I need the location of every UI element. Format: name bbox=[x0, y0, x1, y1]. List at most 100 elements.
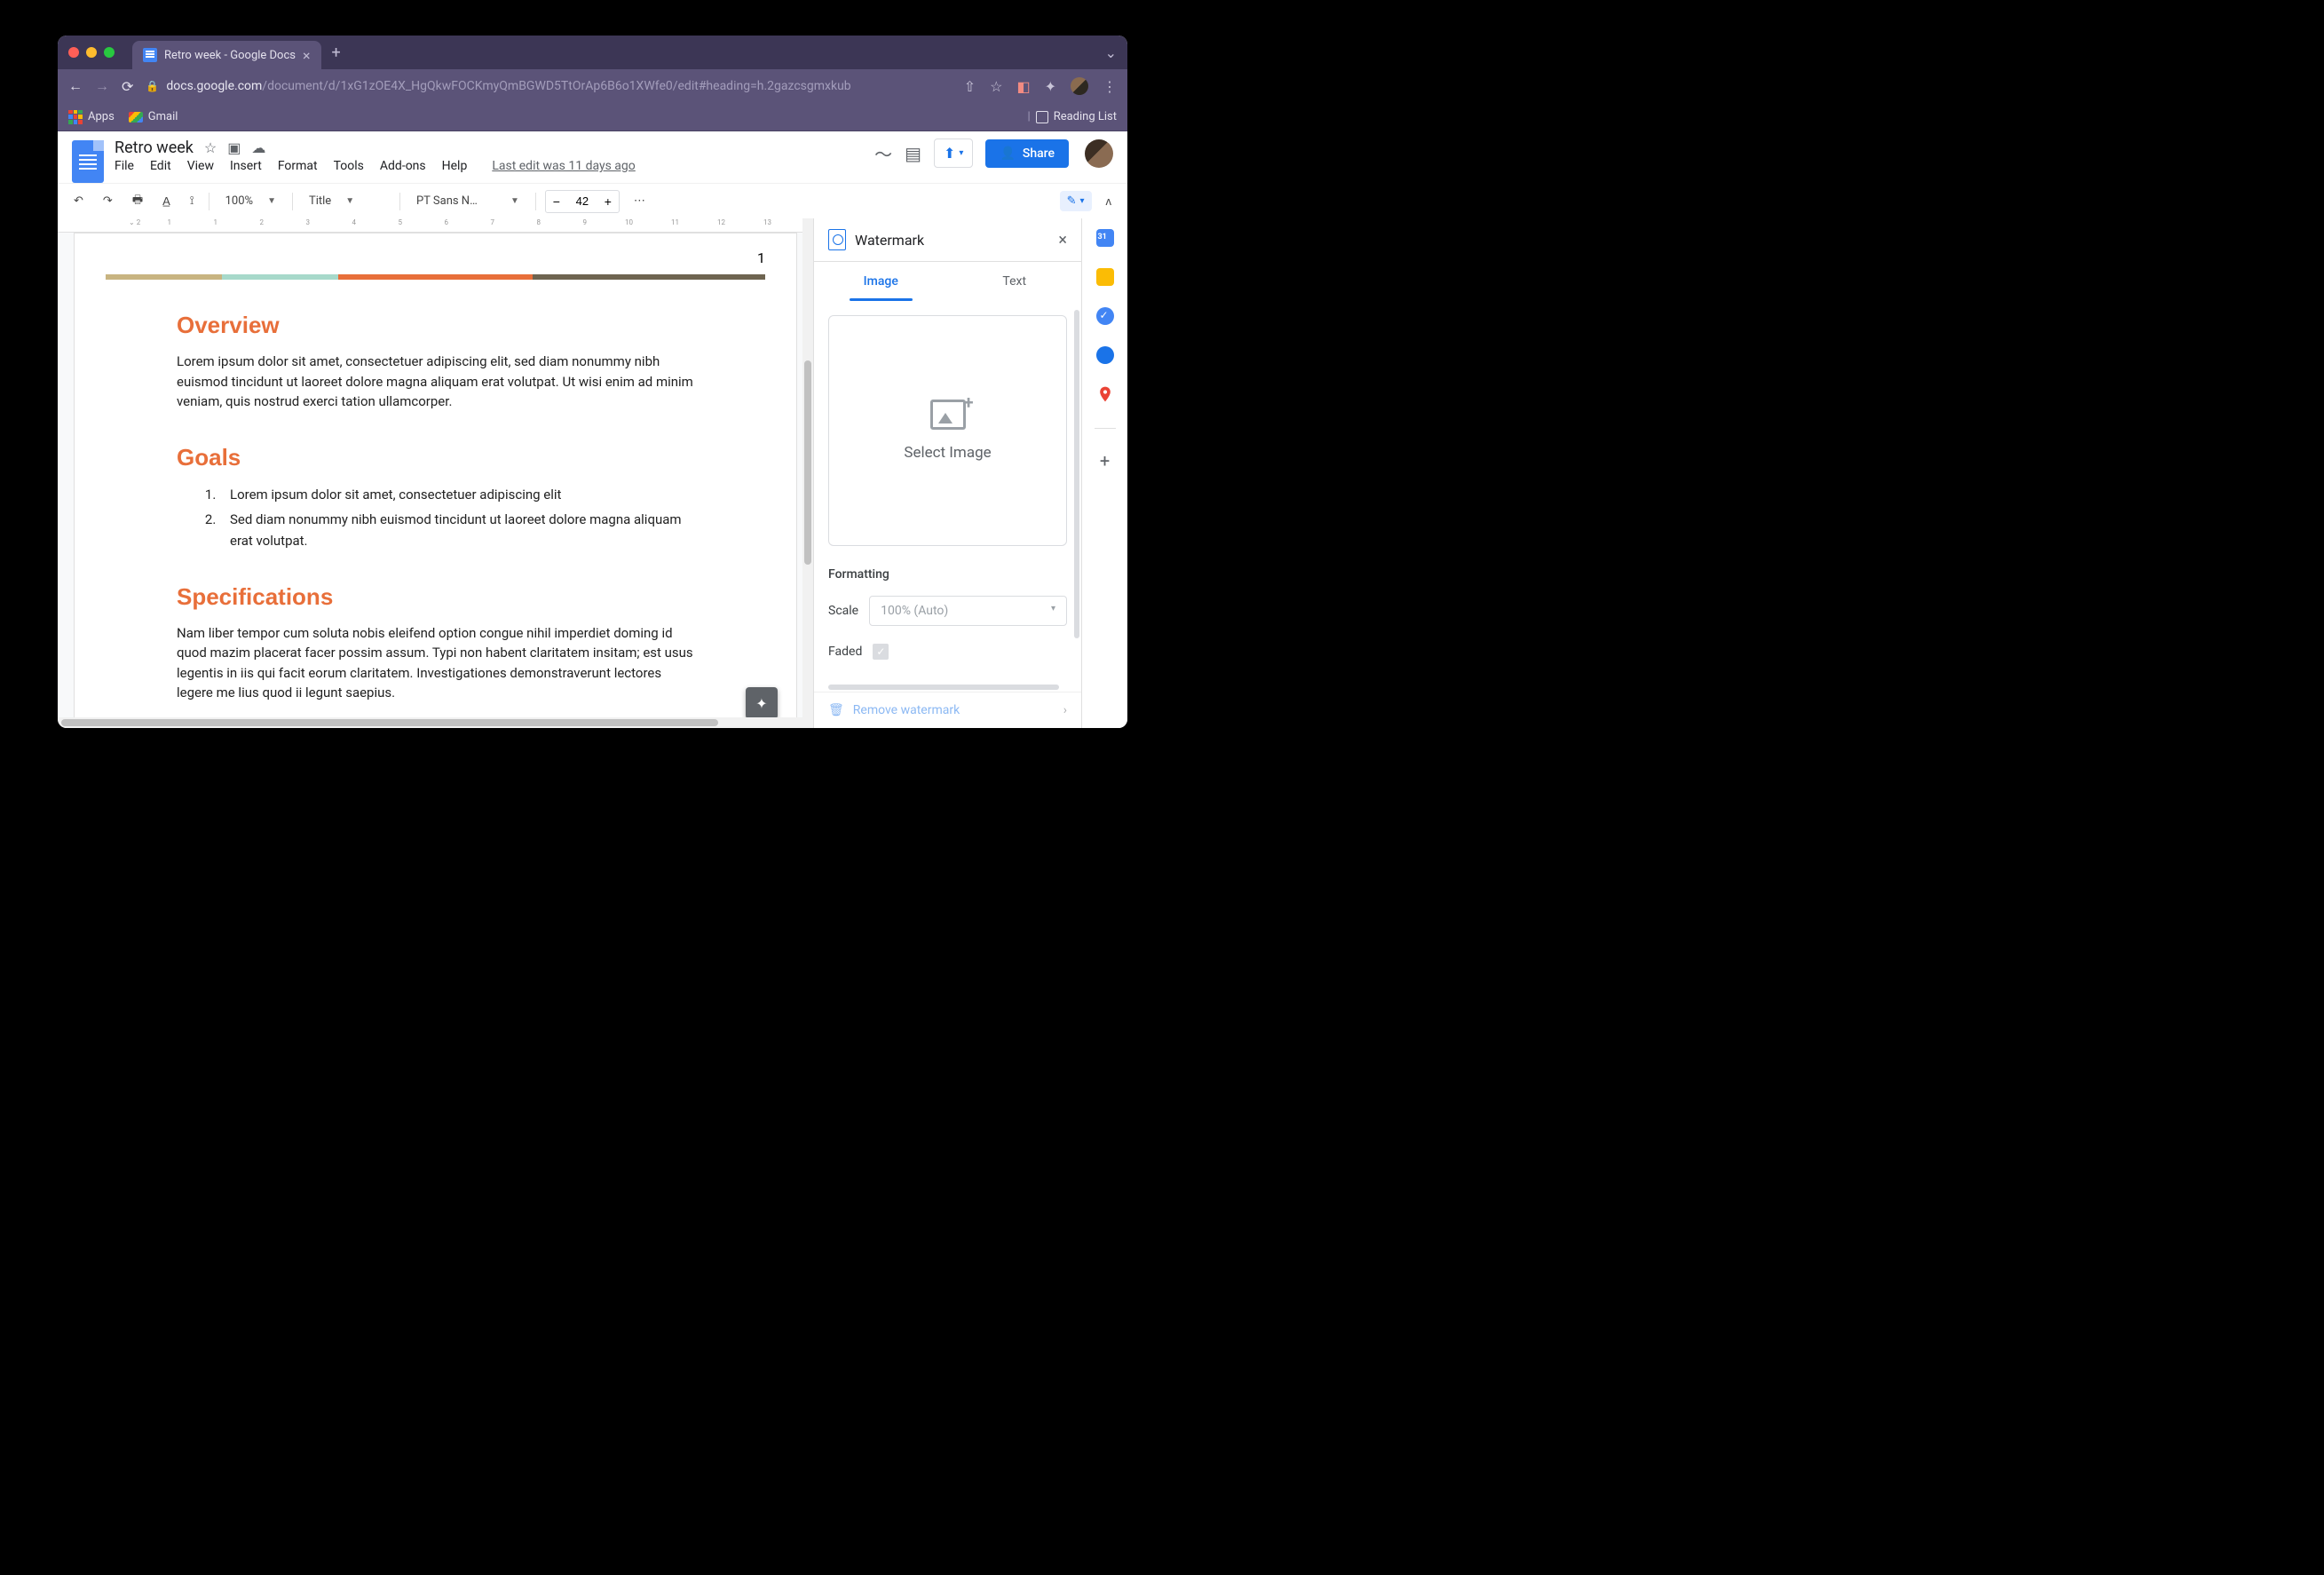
last-edit-link[interactable]: Last edit was 11 days ago bbox=[492, 159, 635, 173]
tab-image[interactable]: Image bbox=[814, 262, 948, 301]
menu-insert[interactable]: Insert bbox=[230, 159, 262, 173]
browser-menu-button[interactable]: ⋮ bbox=[1103, 78, 1117, 95]
vertical-scrollbar[interactable] bbox=[802, 218, 813, 728]
close-tab-button[interactable]: × bbox=[303, 47, 311, 64]
extensions-icon[interactable]: ✦ bbox=[1045, 78, 1056, 95]
edit-mode-button[interactable]: ✎ ▾ bbox=[1060, 191, 1092, 211]
explore-button[interactable]: ✦ bbox=[746, 687, 778, 719]
panel-tabs: Image Text bbox=[814, 262, 1081, 301]
activity-icon[interactable]: 〜 bbox=[874, 140, 892, 166]
redo-button[interactable]: ↷ bbox=[98, 191, 118, 211]
watermark-icon bbox=[828, 229, 846, 250]
trash-icon: 🗑 bbox=[828, 703, 844, 717]
goal-item[interactable]: Lorem ipsum dolor sit amet, consectetuer… bbox=[219, 484, 694, 505]
maximize-window-button[interactable] bbox=[104, 47, 115, 58]
menu-tools[interactable]: Tools bbox=[334, 159, 364, 173]
back-button[interactable]: ← bbox=[68, 77, 83, 95]
panel-scrollbar[interactable] bbox=[1072, 301, 1081, 683]
ruler[interactable]: ⌄ 21 1 2 3 4 5 6 7 8 9 10 11 12 13 14 15 bbox=[58, 218, 813, 233]
reading-list-icon bbox=[1036, 111, 1048, 123]
paint-format-button[interactable]: ⟟ bbox=[185, 191, 200, 211]
select-image-label: Select Image bbox=[904, 444, 991, 462]
panel-header: Watermark × bbox=[814, 218, 1081, 262]
print-button[interactable]: 🖶 bbox=[127, 188, 148, 215]
address-bar[interactable]: 🔒 docs.google.com/document/d/1xG1zOE4X_H… bbox=[146, 79, 951, 93]
font-value: PT Sans N… bbox=[416, 194, 496, 208]
gmail-bookmark[interactable]: Gmail bbox=[129, 110, 178, 123]
goal-item[interactable]: Sed diam nonummy nibh euismod tincidunt … bbox=[219, 509, 694, 551]
faded-label: Faded bbox=[828, 645, 862, 659]
add-addon-button[interactable]: + bbox=[1100, 450, 1110, 471]
comments-icon[interactable]: ▤ bbox=[905, 143, 921, 164]
new-tab-button[interactable]: + bbox=[332, 44, 341, 62]
close-window-button[interactable] bbox=[68, 47, 79, 58]
maps-icon[interactable] bbox=[1096, 385, 1114, 407]
remove-watermark-button[interactable]: Remove watermark bbox=[853, 703, 960, 717]
docs-toolbar: ↶ ↷ 🖶 A̲ ⟟ 100% ▼ Title ▼ PT Sans N… ▼ −… bbox=[58, 183, 1127, 218]
browser-url-bar: ← → ⟳ 🔒 docs.google.com/document/d/1xG1z… bbox=[58, 69, 1127, 103]
menu-edit[interactable]: Edit bbox=[150, 159, 171, 173]
panel-horizontal-scrollbar[interactable] bbox=[814, 683, 1081, 692]
watermark-panel: Watermark × Image Text Select Image Form… bbox=[813, 218, 1081, 728]
share-icon[interactable]: ⇧ bbox=[964, 78, 976, 95]
share-button[interactable]: 👤 Share bbox=[985, 139, 1069, 168]
faded-checkbox[interactable]: ✓ bbox=[873, 644, 889, 660]
extension-icon[interactable]: ◧ bbox=[1016, 78, 1030, 95]
menu-format[interactable]: Format bbox=[278, 159, 318, 173]
scale-select[interactable]: 100% (Auto) ▾ bbox=[869, 596, 1067, 626]
spellcheck-button[interactable]: A̲ bbox=[157, 191, 176, 212]
select-image-dropzone[interactable]: Select Image bbox=[828, 315, 1067, 546]
more-toolbar-button[interactable]: ⋯ bbox=[628, 191, 651, 211]
style-value: Title bbox=[309, 194, 331, 208]
chevron-down-icon: ▾ bbox=[1051, 604, 1055, 618]
menu-file[interactable]: File bbox=[115, 159, 134, 173]
share-person-icon: 👤 bbox=[1000, 146, 1015, 161]
move-icon[interactable]: ▣ bbox=[227, 139, 241, 156]
minimize-window-button[interactable] bbox=[86, 47, 97, 58]
undo-button[interactable]: ↶ bbox=[68, 191, 89, 211]
goals-list[interactable]: Lorem ipsum dolor sit amet, consectetuer… bbox=[177, 484, 694, 551]
apps-bookmark[interactable]: Apps bbox=[68, 110, 115, 124]
menu-addons[interactable]: Add-ons bbox=[380, 159, 426, 173]
cloud-status-icon[interactable]: ☁ bbox=[251, 139, 265, 156]
heading-overview[interactable]: Overview bbox=[177, 312, 694, 339]
collapse-toolbar-button[interactable]: ʌ bbox=[1101, 191, 1118, 212]
document-title[interactable]: Retro week bbox=[115, 139, 194, 157]
chevron-right-icon[interactable]: › bbox=[1063, 703, 1067, 717]
tasks-icon[interactable] bbox=[1096, 307, 1114, 325]
docs-logo-icon[interactable] bbox=[72, 140, 104, 183]
tab-text[interactable]: Text bbox=[948, 262, 1082, 301]
decrease-size-button[interactable]: − bbox=[546, 191, 567, 212]
reading-list-button[interactable]: | Reading List bbox=[1028, 110, 1117, 123]
heading-specs[interactable]: Specifications bbox=[177, 583, 694, 611]
calendar-icon[interactable] bbox=[1096, 229, 1114, 247]
forward-button[interactable]: → bbox=[95, 77, 109, 95]
account-avatar[interactable] bbox=[1085, 139, 1113, 168]
increase-size-button[interactable]: + bbox=[597, 191, 619, 212]
document-page[interactable]: 1 Overview Lorem ipsum dolor sit amet, c… bbox=[74, 233, 797, 728]
font-select[interactable]: PT Sans N… ▼ bbox=[409, 193, 526, 210]
keep-icon[interactable] bbox=[1096, 268, 1114, 286]
paragraph-specs[interactable]: Nam liber tempor cum soluta nobis eleife… bbox=[177, 623, 694, 703]
horizontal-scrollbar[interactable] bbox=[58, 717, 813, 728]
tabs-dropdown-button[interactable]: ⌄ bbox=[1105, 44, 1117, 61]
close-panel-button[interactable]: × bbox=[1058, 231, 1067, 249]
panel-title: Watermark bbox=[855, 232, 924, 249]
menu-help[interactable]: Help bbox=[442, 159, 468, 173]
contacts-icon[interactable] bbox=[1096, 346, 1114, 364]
scale-label: Scale bbox=[828, 604, 858, 618]
reload-button[interactable]: ⟳ bbox=[122, 78, 133, 95]
profile-avatar-icon[interactable] bbox=[1071, 77, 1088, 95]
zoom-select[interactable]: 100% ▼ bbox=[218, 193, 283, 210]
paragraph-overview[interactable]: Lorem ipsum dolor sit amet, consectetuer… bbox=[177, 352, 694, 412]
bookmark-icon[interactable]: ☆ bbox=[990, 78, 1002, 95]
docs-favicon-icon bbox=[143, 48, 157, 62]
present-button[interactable]: ⬆ ▾ bbox=[934, 139, 973, 168]
star-icon[interactable]: ☆ bbox=[204, 139, 217, 156]
zoom-value: 100% bbox=[225, 194, 253, 208]
heading-goals[interactable]: Goals bbox=[177, 444, 694, 471]
menu-view[interactable]: View bbox=[187, 159, 214, 173]
font-size-input[interactable] bbox=[567, 191, 597, 212]
browser-tab[interactable]: Retro week - Google Docs × bbox=[132, 41, 321, 69]
style-select[interactable]: Title ▼ bbox=[302, 193, 391, 210]
